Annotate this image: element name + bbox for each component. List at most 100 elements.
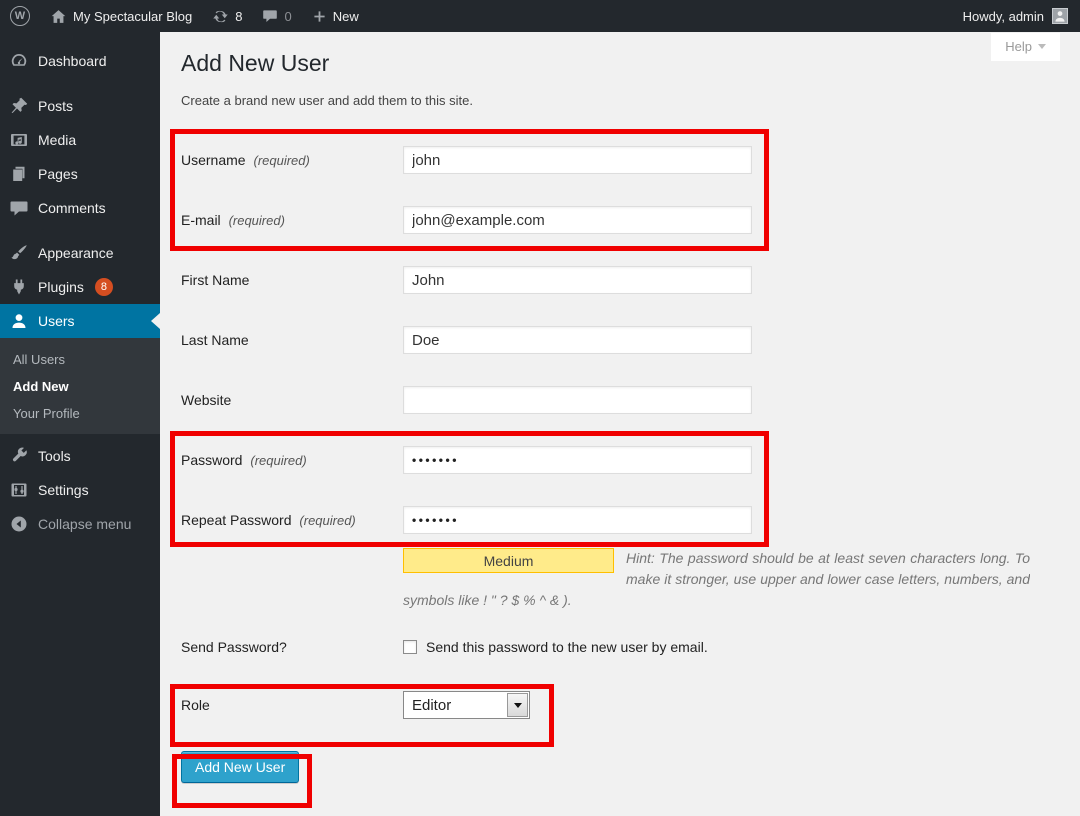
sidebar-item-label: Settings — [38, 482, 89, 498]
media-icon — [9, 130, 29, 150]
plus-icon — [312, 9, 327, 24]
sidebar-item-plugins[interactable]: Plugins 8 — [0, 270, 160, 304]
required-hint: (required) — [250, 453, 306, 468]
sidebar-item-collapse-menu[interactable]: Collapse menu — [0, 507, 160, 541]
main-content: Help Add New User Create a brand new use… — [160, 32, 1080, 816]
sidebar-item-posts[interactable]: Posts — [0, 89, 160, 123]
first-name-label: First Name — [181, 272, 403, 288]
sidebar: Dashboard Posts Media Pages Comments App… — [0, 32, 160, 816]
required-hint: (required) — [299, 513, 355, 528]
dashboard-icon — [9, 51, 29, 71]
role-label: Role — [181, 697, 403, 713]
sidebar-item-users[interactable]: Users — [0, 304, 160, 338]
sidebar-item-label: Collapse menu — [38, 516, 131, 532]
last-name-input[interactable] — [403, 326, 752, 354]
users-submenu: All Users Add New Your Profile — [0, 338, 160, 434]
required-hint: (required) — [253, 153, 309, 168]
required-hint: (required) — [229, 213, 285, 228]
website-label: Website — [181, 392, 403, 408]
pushpin-icon — [9, 96, 29, 116]
sidebar-item-settings[interactable]: Settings — [0, 473, 160, 507]
role-selected-value: Editor — [404, 697, 507, 714]
sidebar-item-pages[interactable]: Pages — [0, 157, 160, 191]
submenu-item-label: All Users — [13, 352, 65, 367]
page-subtitle: Create a brand new user and add them to … — [181, 93, 1060, 108]
submit-row: Add New User — [181, 751, 1060, 783]
comment-bubble-icon — [262, 8, 278, 24]
howdy-label: Howdy, admin — [963, 9, 1044, 24]
wrench-icon — [9, 446, 29, 466]
submenu-item-label: Add New — [13, 379, 69, 394]
send-password-checkbox[interactable] — [403, 640, 417, 654]
website-row: Website — [181, 370, 1060, 430]
updates-icon — [212, 8, 229, 25]
first-name-input[interactable] — [403, 266, 752, 294]
admin-bar: My Spectacular Blog 8 0 New Howdy, admin — [0, 0, 1080, 32]
comment-bubble-icon — [9, 198, 29, 218]
sidebar-item-appearance[interactable]: Appearance — [0, 236, 160, 270]
email-input[interactable] — [403, 206, 752, 234]
sidebar-item-label: Tools — [38, 448, 71, 464]
home-icon — [50, 8, 67, 25]
sidebar-item-tools[interactable]: Tools — [0, 439, 160, 473]
sidebar-item-label: Plugins — [38, 279, 84, 295]
pages-icon — [9, 164, 29, 184]
comments-menu[interactable]: 0 — [252, 0, 301, 32]
help-button[interactable]: Help — [991, 33, 1060, 61]
chevron-down-icon — [1038, 44, 1046, 49]
plugins-update-badge: 8 — [95, 278, 113, 296]
site-name-label: My Spectacular Blog — [73, 9, 192, 24]
add-new-user-button[interactable]: Add New User — [181, 751, 299, 783]
role-select[interactable]: Editor — [403, 691, 530, 719]
sidebar-item-label: Pages — [38, 166, 78, 182]
site-name-menu[interactable]: My Spectacular Blog — [40, 0, 202, 32]
role-row: Role Editor — [181, 675, 1060, 735]
first-name-row: First Name — [181, 250, 1060, 310]
help-label: Help — [1005, 39, 1032, 54]
submenu-item-all-users[interactable]: All Users — [0, 346, 160, 373]
username-label: Username (required) — [181, 152, 403, 168]
updates-menu[interactable]: 8 — [202, 0, 252, 32]
last-name-row: Last Name — [181, 310, 1060, 370]
sidebar-item-dashboard[interactable]: Dashboard — [0, 44, 160, 78]
sidebar-item-label: Posts — [38, 98, 73, 114]
submenu-item-your-profile[interactable]: Your Profile — [0, 400, 160, 427]
sidebar-item-label: Users — [38, 313, 75, 329]
repeat-password-label: Repeat Password (required) — [181, 512, 403, 528]
dropdown-arrow-icon — [507, 693, 528, 717]
last-name-label: Last Name — [181, 332, 403, 348]
repeat-password-row: Repeat Password (required) — [181, 490, 1060, 550]
password-row: Password (required) — [181, 430, 1060, 490]
new-label: New — [333, 9, 359, 24]
comment-count: 0 — [284, 9, 291, 24]
submenu-item-label: Your Profile — [13, 406, 80, 421]
sidebar-item-label: Media — [38, 132, 76, 148]
username-input[interactable] — [403, 146, 752, 174]
sidebar-item-media[interactable]: Media — [0, 123, 160, 157]
settings-sliders-icon — [9, 480, 29, 500]
repeat-password-input[interactable] — [403, 506, 752, 534]
send-password-option[interactable]: Send this password to the new user by em… — [403, 639, 708, 655]
sidebar-item-comments[interactable]: Comments — [0, 191, 160, 225]
wordpress-logo-icon[interactable] — [0, 0, 40, 32]
send-password-row: Send Password? Send this password to the… — [181, 619, 1060, 675]
new-menu[interactable]: New — [302, 0, 369, 32]
password-strength-row: Medium Hint: The password should be at l… — [403, 548, 1030, 611]
email-label: E-mail (required) — [181, 212, 403, 228]
paintbrush-icon — [9, 243, 29, 263]
website-input[interactable] — [403, 386, 752, 414]
sidebar-item-label: Comments — [38, 200, 106, 216]
email-row: E-mail (required) — [181, 190, 1060, 250]
sidebar-item-label: Appearance — [38, 245, 114, 261]
update-count: 8 — [235, 9, 242, 24]
send-password-description: Send this password to the new user by em… — [426, 639, 708, 655]
password-input[interactable] — [403, 446, 752, 474]
collapse-arrow-icon — [9, 514, 29, 534]
plug-icon — [9, 277, 29, 297]
username-row: Username (required) — [181, 130, 1060, 190]
account-menu[interactable]: Howdy, admin — [963, 0, 1080, 32]
users-icon — [9, 311, 29, 331]
sidebar-item-label: Dashboard — [38, 53, 107, 69]
password-label: Password (required) — [181, 452, 403, 468]
submenu-item-add-new[interactable]: Add New — [0, 373, 160, 400]
